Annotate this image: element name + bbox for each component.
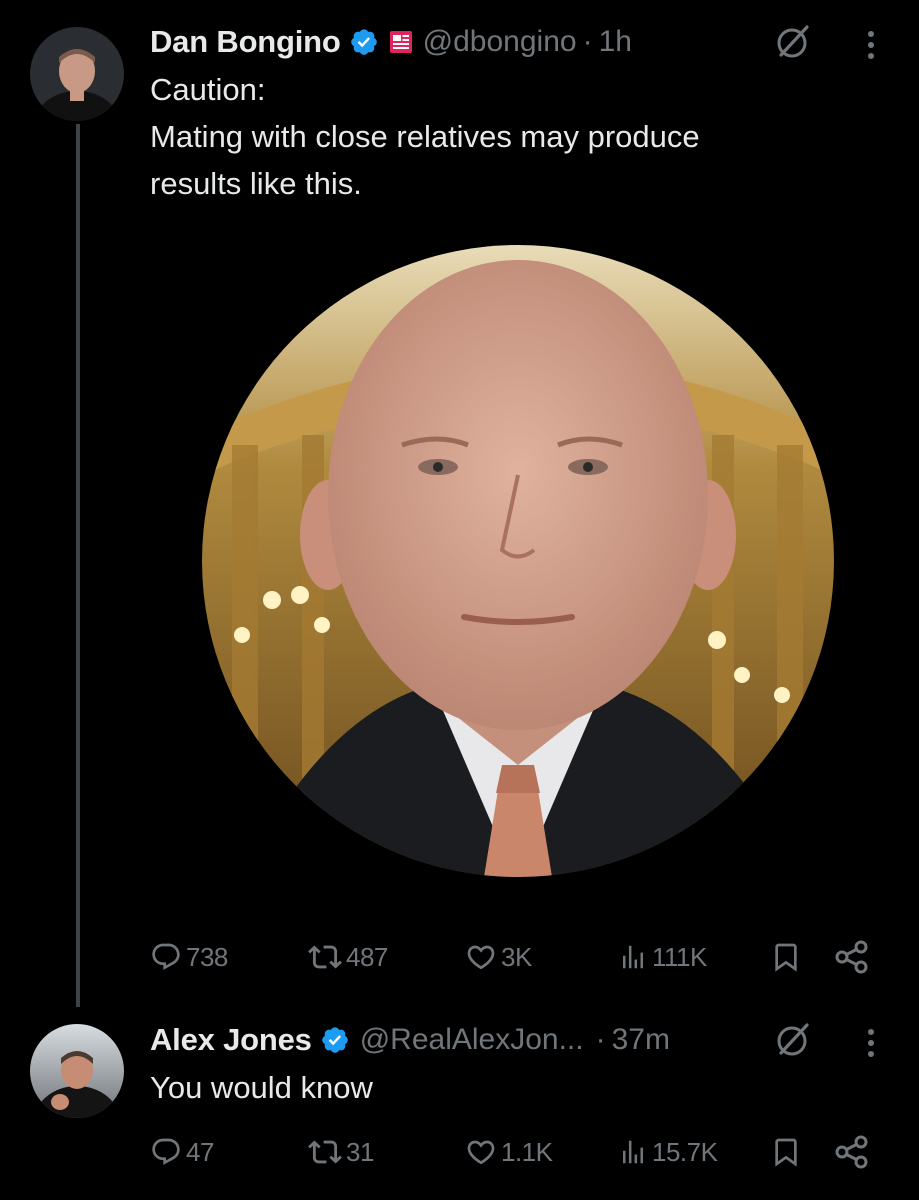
views-icon [623,1140,643,1164]
grok-icon[interactable] [775,24,811,60]
reply-button[interactable]: 738 [150,937,228,977]
repost-icon [308,1140,342,1164]
bookmark-button[interactable] [770,937,802,977]
repost-icon [308,945,342,969]
more-options-icon[interactable] [865,28,877,62]
repost-button[interactable]: 31 [308,1132,374,1172]
verified-badge-icon [349,27,379,57]
share-button[interactable] [834,937,870,977]
like-count: 3K [501,941,532,972]
views-icon [623,945,643,969]
repost-count: 31 [346,1136,374,1167]
tweet-text: Caution: Mating with close relatives may… [150,72,700,201]
reply-count: 738 [186,941,228,972]
share-icon [835,940,868,974]
tweet-header: Dan Bongino @dbongino · 1h [150,22,632,62]
tweet-timestamp[interactable]: 37m [612,1023,670,1057]
like-button[interactable]: 1.1K [465,1132,553,1172]
thread-connector-line [76,124,80,1007]
like-count: 1.1K [501,1136,553,1167]
reply-count: 47 [186,1136,214,1167]
author-name[interactable]: Dan Bongino [150,24,341,60]
bookmark-button[interactable] [770,1132,802,1172]
share-button[interactable] [834,1132,870,1172]
tweet-actions-bar: 47 31 1.1K 15.7K [150,1132,880,1172]
reply-icon [152,1138,180,1165]
bookmark-icon [775,1138,797,1167]
view-count: 15.7K [652,1136,718,1167]
tweet-timestamp[interactable]: 1h [599,25,632,59]
avatar-alex-jones[interactable] [30,1024,124,1118]
avatar-image [30,27,124,121]
view-count: 111K [652,941,707,972]
portrait-photo [202,245,834,877]
more-options-icon[interactable] [865,1026,877,1060]
views-button[interactable]: 15.7K [618,1132,718,1172]
verified-badge-icon [320,1025,350,1055]
separator-dot: · [582,25,593,58]
news-affiliation-icon[interactable] [389,30,413,54]
tweet-actions-bar: 738 487 3K 111K [150,937,880,977]
author-name[interactable]: Alex Jones [150,1022,312,1058]
avatar-image [30,1024,124,1118]
avatar-dan-bongino[interactable] [30,27,124,121]
author-handle[interactable]: @RealAlexJon... [360,1023,584,1057]
tweet-media-image[interactable] [202,245,834,877]
repost-button[interactable]: 487 [308,937,388,977]
bookmark-icon [775,943,797,972]
separator-dot: · [595,1023,606,1056]
repost-count: 487 [346,941,388,972]
reply-button[interactable]: 47 [150,1132,214,1172]
author-handle[interactable]: @dbongino [423,25,577,59]
like-button[interactable]: 3K [465,937,532,977]
grok-icon[interactable] [775,1022,811,1058]
views-button[interactable]: 111K [618,937,707,977]
tweet-text: You would know [150,1070,373,1105]
heart-icon [467,1140,495,1165]
heart-icon [467,945,495,970]
share-icon [835,1135,868,1169]
reply-icon [152,943,180,970]
tweet-header: Alex Jones @RealAlexJon... · 37m [150,1020,670,1060]
